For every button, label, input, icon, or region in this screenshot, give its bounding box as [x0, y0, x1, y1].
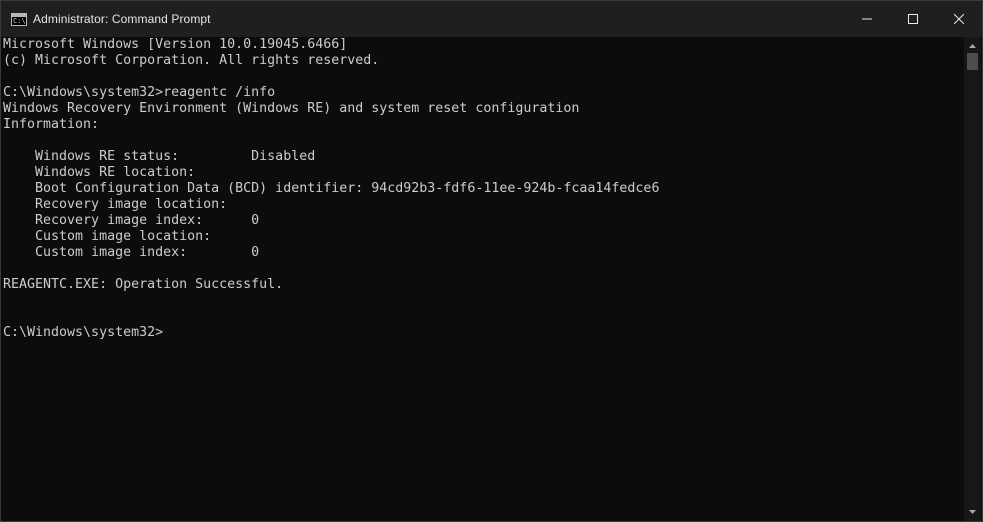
console-line: Recovery image location: — [3, 197, 228, 212]
vertical-scrollbar[interactable] — [964, 37, 981, 521]
console-line: C:\Windows\system32> — [3, 325, 164, 340]
window-controls — [844, 1, 982, 37]
command-prompt-window: C:\ Administrator: Command Prompt Micros… — [0, 0, 983, 522]
console-line: (c) Microsoft Corporation. All rights re… — [3, 53, 380, 68]
scroll-up-button[interactable] — [964, 39, 981, 53]
close-button[interactable] — [936, 1, 982, 37]
console-line: Microsoft Windows [Version 10.0.19045.64… — [3, 37, 348, 52]
console-line: Boot Configuration Data (BCD) identifier… — [3, 181, 660, 196]
maximize-button[interactable] — [890, 1, 936, 37]
console-line: Custom image location: — [3, 229, 212, 244]
console-line: Recovery image index: 0 — [3, 213, 260, 228]
scroll-up-arrow-icon — [969, 44, 976, 48]
scrollbar-thumb[interactable] — [967, 53, 978, 70]
console-line: C:\Windows\system32>reagentc /info — [3, 85, 276, 100]
close-icon — [954, 14, 964, 24]
command-prompt-icon[interactable]: C:\ — [11, 12, 27, 26]
console-line: Custom image index: 0 — [3, 245, 260, 260]
console-output[interactable]: Microsoft Windows [Version 10.0.19045.64… — [1, 37, 963, 521]
scroll-down-arrow-icon — [969, 510, 976, 514]
minimize-button[interactable] — [844, 1, 890, 37]
minimize-icon — [862, 18, 872, 20]
app-icon-text: C:\ — [13, 16, 26, 25]
console-line: Windows RE status: Disabled — [3, 149, 316, 164]
title-bar[interactable]: C:\ Administrator: Command Prompt — [1, 1, 982, 37]
console-text[interactable]: Microsoft Windows [Version 10.0.19045.64… — [1, 37, 963, 341]
console-line: REAGENTC.EXE: Operation Successful. — [3, 277, 284, 292]
console-line: Windows Recovery Environment (Windows RE… — [3, 101, 580, 116]
window-title: Administrator: Command Prompt — [33, 12, 211, 26]
console-line: Information: — [3, 117, 100, 132]
scroll-down-button[interactable] — [964, 505, 981, 519]
console-line: Windows RE location: — [3, 165, 196, 180]
maximize-icon — [908, 14, 918, 24]
